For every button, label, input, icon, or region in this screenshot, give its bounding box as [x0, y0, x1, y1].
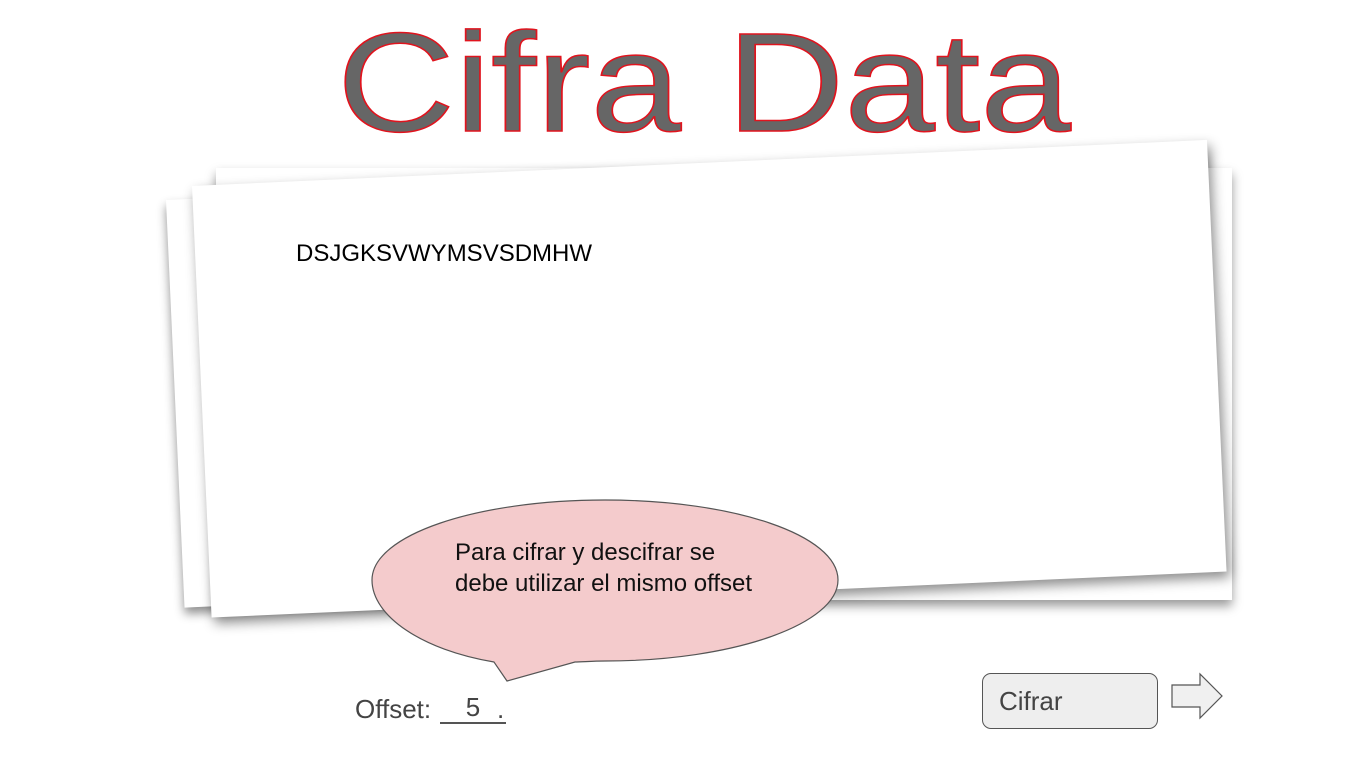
- app-title-banner: Cifra Data: [336, 2, 1072, 150]
- app-title: Cifra Data: [337, 3, 1072, 150]
- app-canvas: Cifra Data DSJGKSVWYMSVSDMHW Para cifrar…: [0, 0, 1366, 768]
- cipher-output-text: DSJGKSVWYMSVSDMHW: [296, 240, 593, 267]
- cipher-button[interactable]: Cifrar: [982, 673, 1158, 729]
- arrow-right-icon[interactable]: [1170, 672, 1226, 722]
- tooltip-text: Para cifrar y descifrar se debe utilizar…: [455, 539, 753, 597]
- offset-label: Offset:: [355, 694, 432, 724]
- offset-suffix: .: [497, 694, 505, 724]
